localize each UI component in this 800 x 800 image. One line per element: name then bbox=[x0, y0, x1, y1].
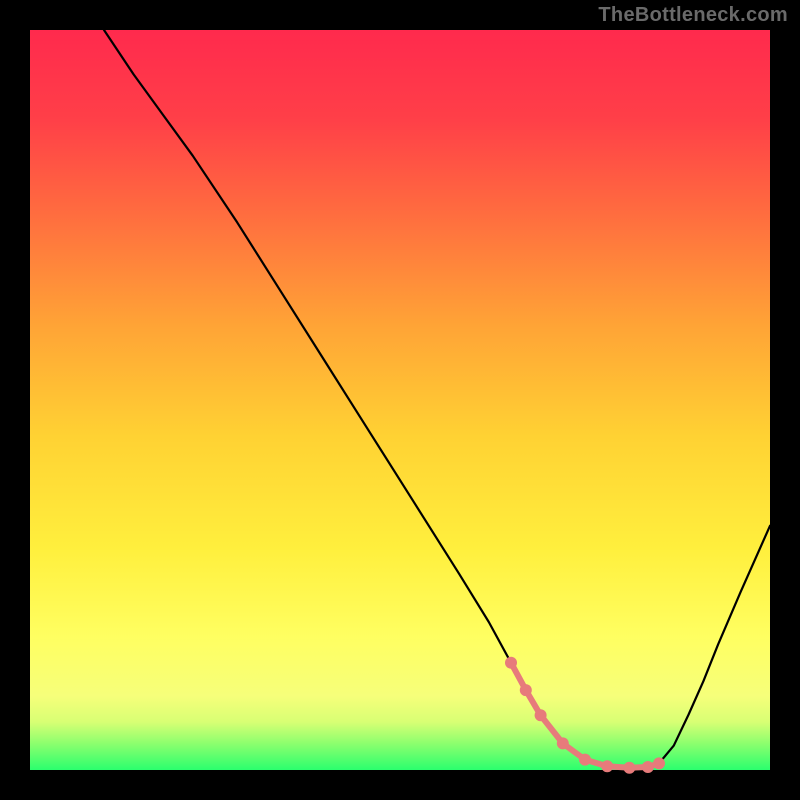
highlight-marker bbox=[579, 754, 591, 766]
chart-container: TheBottleneck.com bbox=[0, 0, 800, 800]
highlight-marker bbox=[520, 684, 532, 696]
chart-gradient-area bbox=[30, 30, 770, 770]
highlight-marker bbox=[623, 762, 635, 774]
highlight-marker bbox=[505, 657, 517, 669]
chart-svg bbox=[0, 0, 800, 800]
watermark-text: TheBottleneck.com bbox=[598, 4, 788, 27]
highlight-marker bbox=[653, 757, 665, 769]
highlight-marker bbox=[601, 760, 613, 772]
highlight-marker bbox=[535, 709, 547, 721]
highlight-marker bbox=[557, 737, 569, 749]
highlight-marker bbox=[642, 761, 654, 773]
